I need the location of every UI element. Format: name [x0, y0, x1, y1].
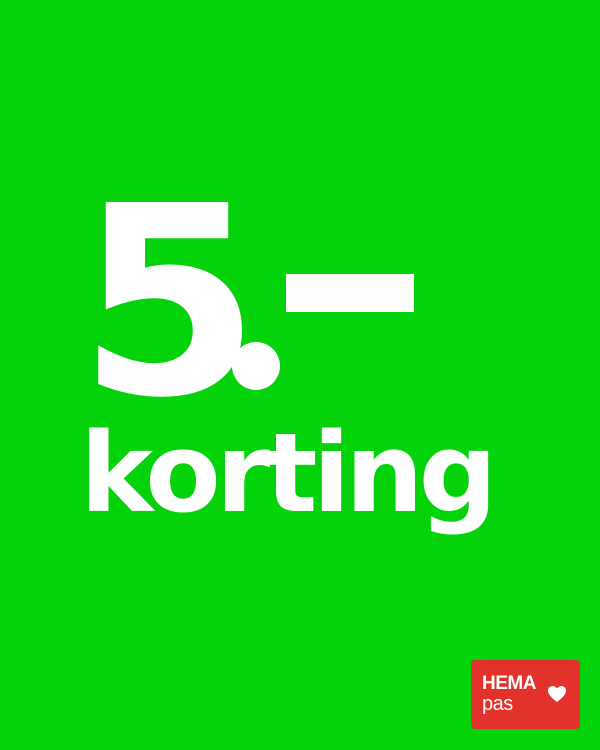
- discount-label: korting: [80, 409, 497, 537]
- badge-card-text: pas: [482, 693, 513, 715]
- discount-amount: 5: [78, 172, 414, 434]
- heart-icon: [548, 686, 566, 702]
- promo-card: 5 korting HEMA pas: [0, 0, 600, 750]
- badge-brand-text: HEMA: [482, 673, 536, 694]
- discount-amount-number: 5: [78, 150, 260, 455]
- price-dot-icon: [232, 342, 280, 390]
- price-dash-icon: [286, 274, 414, 312]
- hema-pas-text: HEMA pas: [482, 673, 536, 715]
- hema-pas-badge: HEMA pas: [471, 660, 580, 729]
